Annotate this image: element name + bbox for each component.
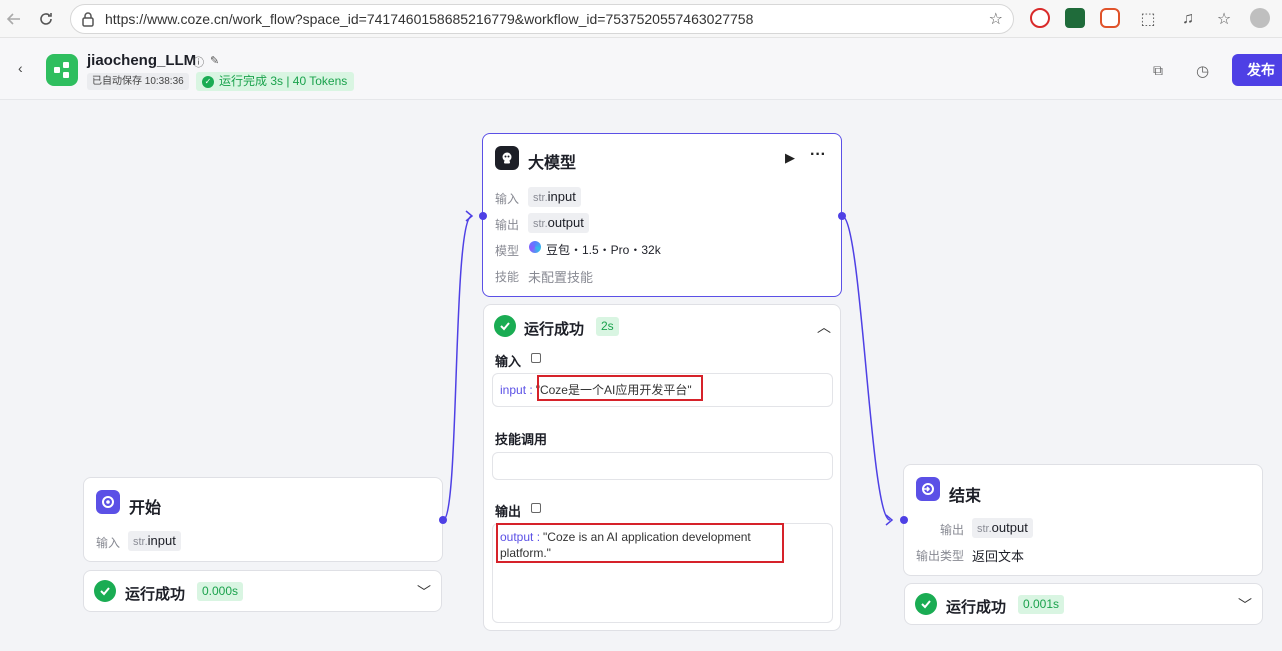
collapse-chevron-icon[interactable]: ︿ xyxy=(817,317,831,337)
model-label: 模型 xyxy=(495,244,520,258)
end-success-icon xyxy=(915,593,937,615)
highlight-output-box xyxy=(496,523,784,563)
start-input-tag: str.input xyxy=(128,531,181,551)
end-output-type-value: 返回文本 xyxy=(972,549,1025,564)
result-input-section: 输入 xyxy=(495,354,522,369)
copy-output-icon[interactable] xyxy=(531,503,541,513)
result-output-section: 输出 xyxy=(495,504,522,519)
llm-output-port[interactable] xyxy=(838,212,846,220)
end-expand-chevron-icon[interactable]: ﹀ xyxy=(1238,595,1252,615)
expand-chevron-icon[interactable]: ﹀ xyxy=(417,582,431,602)
llm-brain-icon xyxy=(495,146,519,170)
start-input-label: 输入 xyxy=(96,536,121,550)
start-success-icon xyxy=(94,580,116,602)
highlight-input-box xyxy=(537,375,703,401)
result-time: 2s xyxy=(596,317,619,336)
run-node-icon[interactable]: ▶ xyxy=(785,150,795,166)
skills-call-section: 技能调用 xyxy=(495,432,548,447)
result-status: 运行成功 xyxy=(524,321,585,338)
end-result-panel[interactable]: 运行成功 0.001s ﹀ xyxy=(904,583,1263,625)
end-node-icon xyxy=(916,477,940,501)
end-status: 运行成功 xyxy=(946,599,1007,616)
copy-input-icon[interactable] xyxy=(531,353,541,363)
output-param-tag: str.output xyxy=(528,213,589,233)
skills-value: 未配置技能 xyxy=(528,270,594,285)
llm-result-panel: 运行成功 2s ︿ 输入 input : "Coze是一个AI应用开发平台" 技能… xyxy=(483,304,841,631)
end-node[interactable]: 结束 输出 str.output 输出类型 返回文本 xyxy=(903,464,1263,576)
end-node-title: 结束 xyxy=(949,488,982,505)
start-status: 运行成功 xyxy=(125,586,186,603)
skills-call-box xyxy=(492,452,833,480)
more-options-icon[interactable]: ··· xyxy=(810,146,826,164)
start-node[interactable]: 开始 输入 str.input xyxy=(83,477,443,562)
llm-node-title: 大模型 xyxy=(528,155,577,172)
end-time: 0.001s xyxy=(1018,595,1065,614)
llm-input-port[interactable] xyxy=(479,212,487,220)
end-output-label: 输出 xyxy=(940,523,965,537)
doubao-model-icon xyxy=(529,241,541,253)
start-output-port[interactable] xyxy=(439,516,447,524)
start-result-panel[interactable]: 运行成功 0.000s ﹀ xyxy=(83,570,442,612)
llm-node[interactable]: 大模型 ▶ ··· 输入 str.input 输出 str.output 模型 … xyxy=(482,133,842,297)
output-label: 输出 xyxy=(495,218,520,232)
model-value: 豆包・1.5・Pro・32k xyxy=(546,243,661,257)
skills-label: 技能 xyxy=(495,270,520,284)
success-check-icon xyxy=(494,315,516,337)
end-input-port[interactable] xyxy=(900,516,908,524)
start-node-icon xyxy=(96,490,120,514)
end-output-tag: str.output xyxy=(972,518,1033,538)
start-time: 0.000s xyxy=(197,582,244,601)
input-label: 输入 xyxy=(495,192,520,206)
start-node-title: 开始 xyxy=(129,500,162,517)
end-output-type-label: 输出类型 xyxy=(916,549,965,563)
input-param-tag: str.input xyxy=(528,187,581,207)
